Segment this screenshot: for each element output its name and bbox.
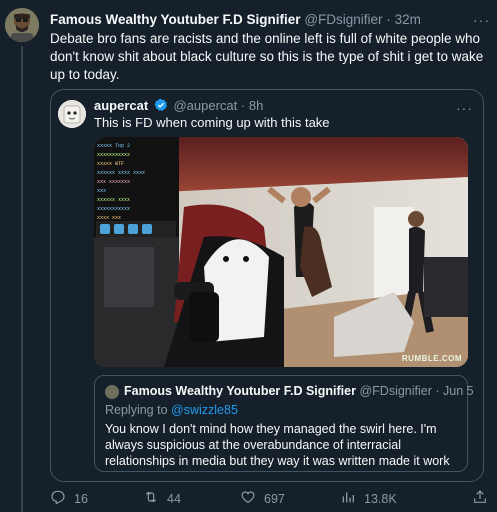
more-icon[interactable]: ··· <box>473 12 490 28</box>
svg-text:xxxx xxx: xxxx xxx <box>97 215 121 221</box>
quoted-author-avatar[interactable] <box>58 100 86 128</box>
tweet-time[interactable]: 32m <box>395 12 421 27</box>
quoted-tweet-text: This is FD when coming up with this take <box>94 115 330 130</box>
svg-text:xxx xxxxxxx: xxx xxxxxxx <box>97 179 130 185</box>
reply-mention-link[interactable]: @swizzle85 <box>171 403 238 417</box>
rumble-watermark: RUMBLE.COM <box>401 354 462 363</box>
nested-tweet-header: Famous Wealthy Youtuber F.D Signifier @F… <box>124 384 474 398</box>
nested-author-avatar[interactable] <box>105 385 119 399</box>
thread-line <box>21 46 23 512</box>
reply-icon <box>50 489 66 508</box>
separator: · <box>240 98 246 113</box>
nested-author-handle[interactable]: @FDsignifier <box>359 384 431 398</box>
tweet[interactable]: Famous Wealthy Youtuber F.D Signifier @F… <box>0 0 497 512</box>
video-frame-image: xxxxx Top 2 xxxxxxxxxxx xxxxx WTF xxxxxx… <box>94 137 468 367</box>
tweet-header: Famous Wealthy Youtuber F.D Signifier @F… <box>50 12 421 27</box>
like-count: 697 <box>264 491 285 506</box>
svg-text:xxxxxxxxxxx: xxxxxxxxxxx <box>97 152 130 158</box>
views-button[interactable]: 13.8K <box>340 489 397 508</box>
quoted-tweet[interactable]: aupercat @aupercat · 8h ··· This is FD w… <box>50 89 484 482</box>
more-icon[interactable]: ··· <box>456 100 473 116</box>
quoted-tweet-header: aupercat @aupercat · 8h <box>94 98 263 115</box>
svg-text:xxxxxx xxxx xxxx: xxxxxx xxxx xxxx <box>97 170 145 176</box>
views-icon <box>340 489 356 508</box>
quoted-author-name[interactable]: aupercat <box>94 98 148 113</box>
reply-button[interactable]: 16 <box>50 489 88 508</box>
author-name[interactable]: Famous Wealthy Youtuber F.D Signifier <box>50 12 301 27</box>
svg-text:xxxxx Top 2: xxxxx Top 2 <box>97 143 130 149</box>
action-bar: 16 44 697 13.8K <box>50 489 490 507</box>
verified-badge-icon <box>154 98 168 115</box>
nested-tweet-text: You know I don't mind how they managed t… <box>105 422 450 468</box>
share-button[interactable] <box>472 489 488 508</box>
like-button[interactable]: 697 <box>240 489 285 508</box>
retweet-icon <box>143 489 159 508</box>
quoted-tweet-media[interactable]: xxxxx Top 2 xxxxxxxxxxx xxxxx WTF xxxxxx… <box>94 137 468 367</box>
quoted-tweet-time[interactable]: 8h <box>249 98 263 113</box>
like-icon <box>240 489 256 508</box>
replying-to-label: Replying to <box>105 403 172 417</box>
views-count: 13.8K <box>364 491 397 506</box>
nested-author-name[interactable]: Famous Wealthy Youtuber F.D Signifier <box>124 384 356 398</box>
reply-count: 16 <box>74 491 88 506</box>
retweet-count: 44 <box>167 491 181 506</box>
separator: · <box>386 12 391 27</box>
svg-text:xxxxx WTF: xxxxx WTF <box>97 161 124 167</box>
nested-tweet-time[interactable]: Jun 5 <box>443 384 474 398</box>
svg-text:xxxxxx xxxx: xxxxxx xxxx <box>97 197 130 203</box>
replying-to: Replying to @swizzle85 <box>105 403 238 417</box>
separator: · <box>435 384 440 398</box>
tweet-text: Debate bro fans are racists and the onli… <box>50 31 484 82</box>
share-icon <box>472 490 488 508</box>
author-avatar[interactable] <box>5 8 39 42</box>
quoted-author-handle[interactable]: @aupercat <box>173 98 237 113</box>
svg-text:xxxxxxxxxxx: xxxxxxxxxxx <box>97 206 130 212</box>
nested-quoted-tweet[interactable]: Famous Wealthy Youtuber F.D Signifier @F… <box>94 375 474 472</box>
retweet-button[interactable]: 44 <box>143 489 181 508</box>
svg-text:xxx: xxx <box>97 188 106 194</box>
author-handle[interactable]: @FDsignifier <box>304 12 382 27</box>
